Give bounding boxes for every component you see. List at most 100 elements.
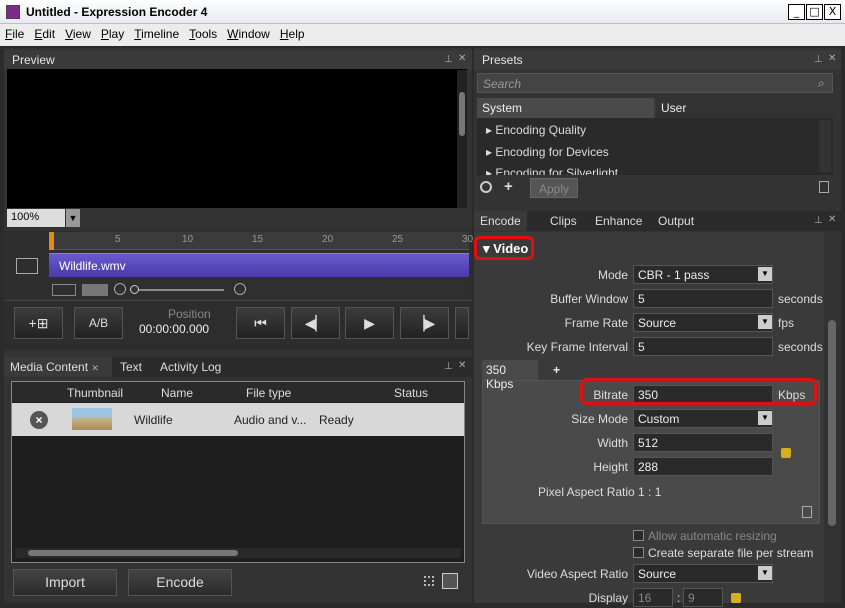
zoom-in-icon[interactable] [234, 283, 246, 295]
tab-media-content[interactable]: Media Content ✕ [4, 357, 112, 377]
frame-rate-select[interactable]: Source [633, 313, 773, 332]
zoom-out-icon[interactable] [114, 283, 126, 295]
playhead[interactable] [49, 232, 54, 250]
add-stream-button[interactable]: + [540, 360, 573, 380]
video-aspect-select[interactable]: Source [633, 564, 773, 583]
timeline-zoom-slider[interactable] [130, 289, 224, 291]
column-header[interactable]: Thumbnail [67, 386, 123, 400]
menu-label: dit [42, 27, 56, 41]
height-input[interactable]: 288 [633, 457, 773, 476]
zoom-select[interactable]: 100% [7, 209, 65, 227]
menu-play[interactable]: Play [96, 24, 129, 41]
display-height-input[interactable]: 9 [683, 588, 723, 607]
step-back-icon[interactable]: ◀▏ [291, 307, 340, 339]
timeline-track-icon[interactable] [82, 284, 108, 296]
import-button[interactable]: Import [13, 569, 117, 596]
close-icon[interactable]: ✕ [458, 53, 466, 64]
allow-resize-checkbox[interactable] [633, 530, 644, 541]
add-icon[interactable]: + [504, 178, 513, 195]
preview-scrollbar[interactable] [457, 70, 467, 208]
encode-button[interactable]: Encode [128, 569, 232, 596]
menu-file[interactable]: File [0, 24, 29, 41]
close-icon[interactable]: ✕ [91, 363, 99, 373]
encode-scroll-thumb[interactable] [828, 320, 836, 526]
add-marker-button[interactable]: +⊞ [14, 307, 63, 339]
close-icon[interactable]: ✕ [828, 214, 836, 225]
allow-resize-label: Allow automatic resizing [648, 529, 777, 543]
search-icon[interactable]: ⌕ [818, 76, 825, 91]
trash-icon[interactable] [802, 506, 812, 518]
display-width-input[interactable]: 16 [633, 588, 673, 607]
minimize-button[interactable]: _ [788, 4, 805, 20]
chevron-down-icon[interactable]: ▼ [758, 267, 772, 281]
width-input[interactable]: 512 [633, 433, 773, 452]
menu-timeline[interactable]: Timeline [129, 24, 184, 41]
column-header[interactable]: File type [246, 386, 291, 400]
tab-encode[interactable]: Encode [474, 211, 527, 231]
tab-enhance[interactable]: Enhance [589, 211, 648, 231]
size-mode-select[interactable]: Custom [633, 409, 773, 428]
chevron-down-icon[interactable]: ▼ [66, 209, 80, 227]
tab-text[interactable]: Text [114, 357, 148, 377]
preview-screen[interactable] [7, 69, 467, 208]
chevron-down-icon[interactable]: ▼ [758, 566, 772, 580]
pin-icon[interactable]: ⊥ [814, 54, 823, 65]
menu-edit[interactable]: Edit [29, 24, 60, 41]
tick-label: 20 [322, 234, 334, 245]
video-section-header[interactable]: ▾ Video [474, 236, 534, 260]
list-view-icon[interactable] [442, 573, 458, 589]
column-header[interactable]: Name [161, 386, 193, 400]
close-button[interactable]: X [824, 4, 841, 20]
tab-stream[interactable]: 350 Kbps [482, 360, 538, 391]
play-icon[interactable]: ▶ [345, 307, 394, 339]
column-header[interactable]: Status [394, 386, 428, 400]
timeline-clip[interactable]: Wildlife.wmv [49, 253, 469, 277]
menu-label: iew [72, 27, 91, 41]
tab-clips[interactable]: Clips [544, 211, 583, 231]
presets-search-input[interactable]: Search [477, 73, 833, 93]
window-title: Untitled - Expression Encoder 4 [26, 5, 208, 19]
lock-icon[interactable] [781, 448, 791, 458]
list-item[interactable]: ▸ Encoding for Devices [486, 145, 609, 159]
close-icon[interactable]: ✕ [458, 360, 466, 371]
buffer-window-input[interactable]: 5 [633, 289, 773, 308]
pin-icon[interactable]: ⊥ [444, 361, 453, 372]
buffer-window-label: Buffer Window [550, 292, 628, 306]
menu-help[interactable]: Help [275, 24, 310, 41]
tab-system[interactable]: System [477, 98, 654, 118]
close-icon[interactable]: ✕ [828, 53, 836, 64]
remove-icon[interactable]: × [30, 411, 48, 429]
apply-button[interactable]: Apply [530, 178, 578, 198]
skip-end-icon[interactable] [455, 307, 469, 339]
pin-icon[interactable]: ⊥ [444, 54, 453, 65]
trash-icon[interactable] [819, 181, 829, 193]
preset-scrollbar[interactable] [819, 120, 831, 172]
skip-start-icon[interactable]: ⏮ [236, 307, 285, 339]
tab-output[interactable]: Output [652, 211, 700, 231]
timeline-view-icon[interactable] [52, 284, 76, 296]
buffer-unit: seconds [778, 292, 823, 306]
pin-icon[interactable]: ⊥ [814, 215, 823, 226]
menu-window[interactable]: Window [222, 24, 275, 41]
tab-user[interactable]: User [656, 98, 833, 118]
step-forward-icon[interactable]: ▕▶ [400, 307, 449, 339]
media-hscroll-thumb[interactable] [28, 550, 238, 556]
list-item[interactable]: ▸ Encoding for Silverlight [486, 167, 618, 175]
menu-view[interactable]: View [60, 24, 96, 41]
menu-tools[interactable]: Tools [184, 24, 222, 41]
tab-activity-log[interactable]: Activity Log [154, 357, 227, 377]
grid-view-icon[interactable] [424, 576, 434, 586]
gear-icon[interactable] [480, 181, 492, 193]
maximize-button[interactable]: □ [806, 4, 823, 20]
mode-select[interactable]: CBR - 1 pass [633, 265, 773, 284]
preview-scroll-thumb[interactable] [459, 92, 465, 136]
key-frame-input[interactable]: 5 [633, 337, 773, 356]
separate-file-checkbox[interactable] [633, 547, 644, 558]
slider-thumb[interactable] [130, 285, 139, 294]
timeline-ruler[interactable]: 5 10 15 20 25 30 [49, 232, 473, 250]
ab-compare-button[interactable]: A/B [74, 307, 123, 339]
chevron-down-icon[interactable]: ▼ [758, 411, 772, 425]
chevron-down-icon[interactable]: ▼ [758, 315, 772, 329]
lock-icon[interactable] [731, 593, 741, 603]
list-item[interactable]: ▸ Encoding Quality [486, 123, 586, 137]
